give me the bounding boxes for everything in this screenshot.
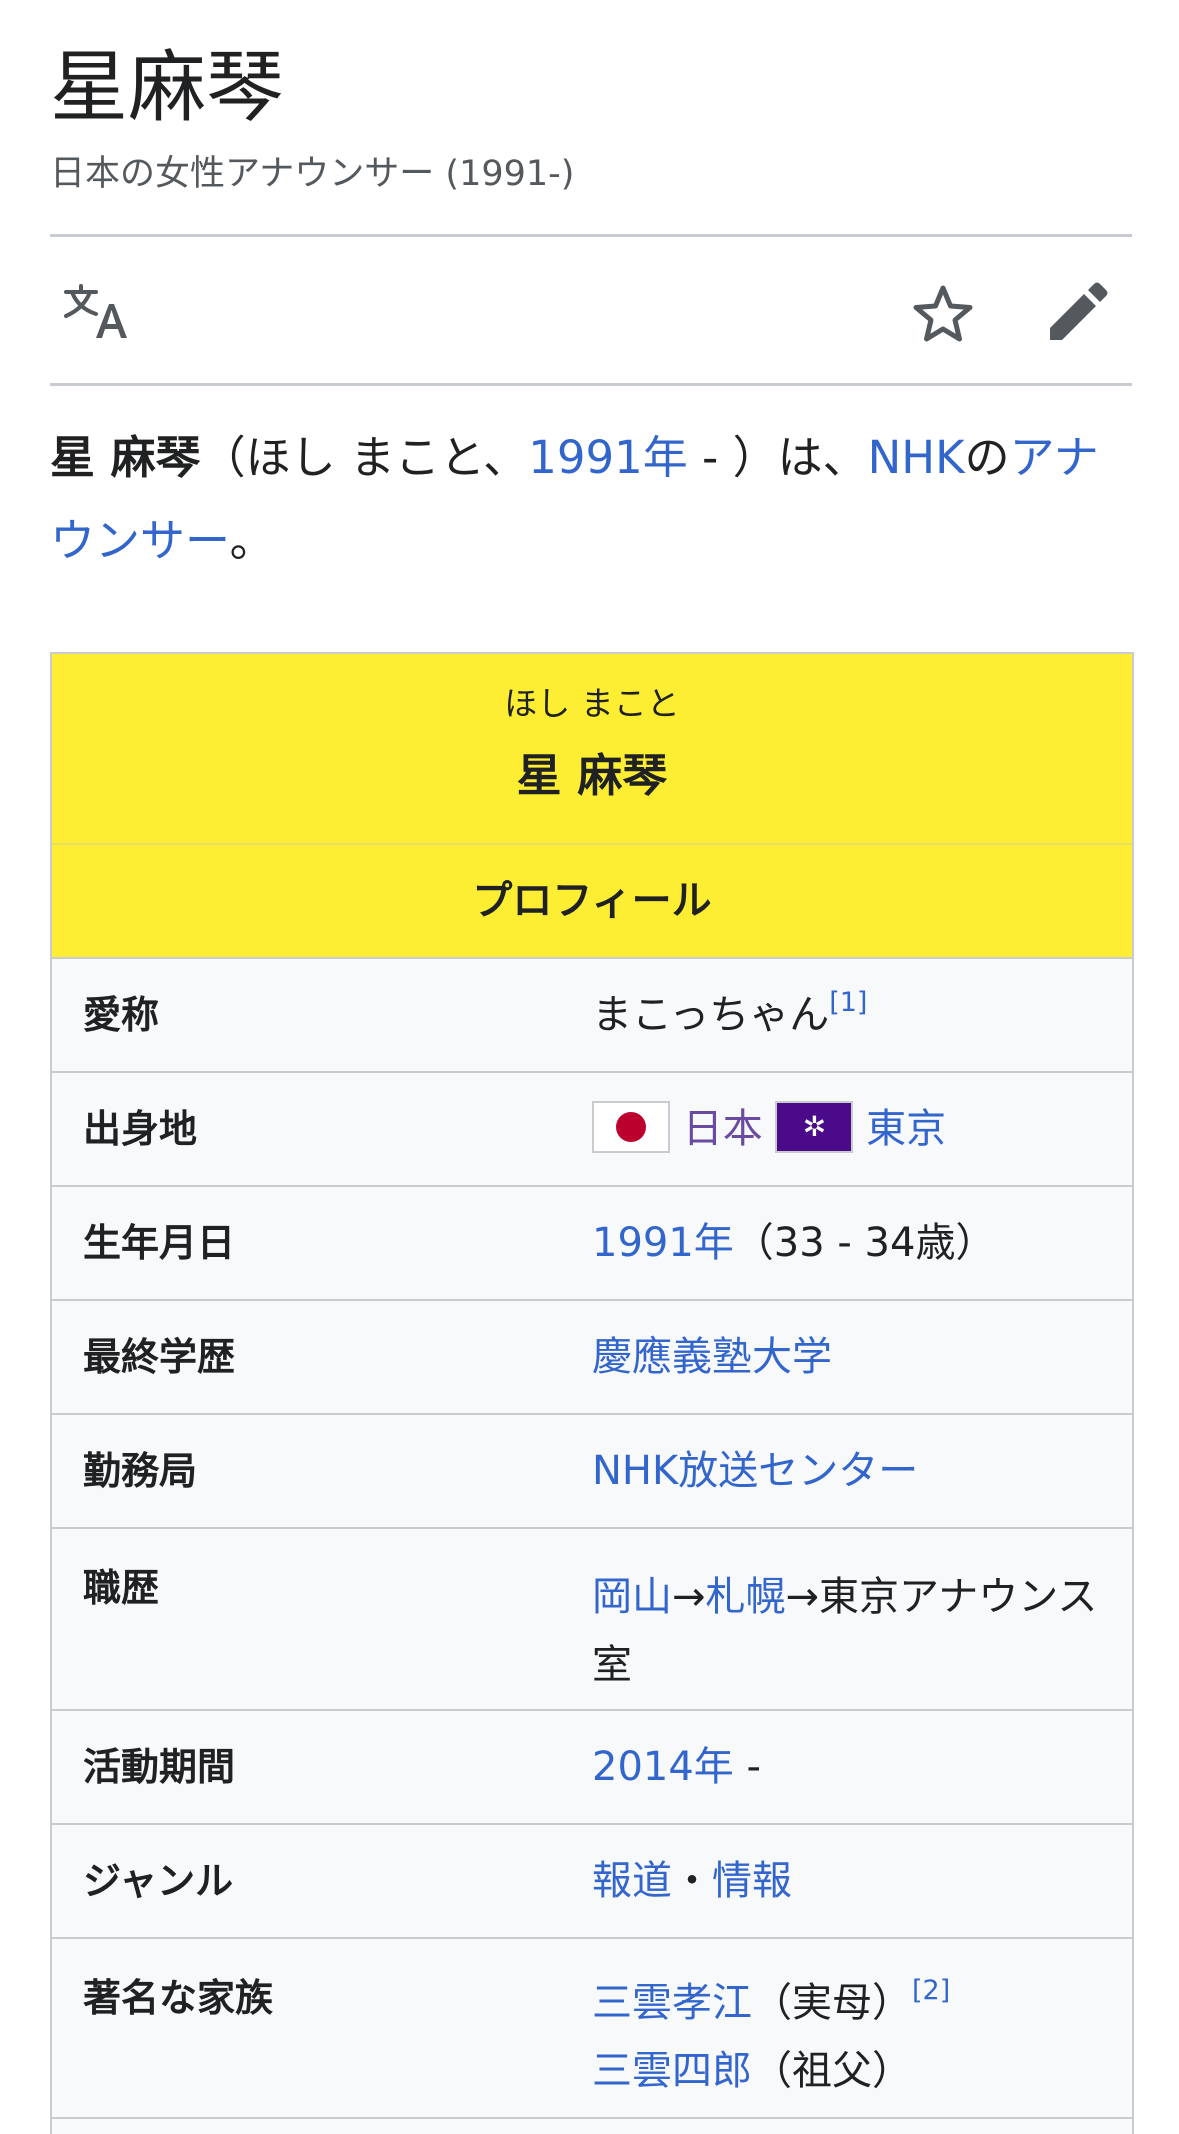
birth-year-link[interactable]: 1991年 [528, 431, 688, 484]
infobox-row-birthdate: 生年月日 1991年（33 - 34歳） [52, 1187, 1132, 1301]
row-label: 生年月日 [83, 1221, 236, 1265]
family-line: 三雲孝江（実母）[2] [592, 1969, 1112, 2037]
page-title: 星麻琴 [50, 43, 285, 133]
row-value: 報道・情報 [592, 1825, 1132, 1937]
info-link[interactable]: 情報 [712, 1858, 792, 1904]
row-value: 三雲孝江（実母）[2] 三雲四郎（祖父） [592, 1939, 1132, 2117]
lead-name: 星 麻琴 [50, 431, 201, 484]
family-line: 三雲四郎（祖父） [592, 2037, 1112, 2105]
workplace-link[interactable]: NHK放送センター [592, 1448, 918, 1494]
infobox-row-education: 最終学歴 慶應義塾大学 [52, 1301, 1132, 1415]
row-label: 最終学歴 [83, 1335, 236, 1379]
nickname-value: まこっちゃん [592, 992, 830, 1038]
dash-text: - [733, 1744, 761, 1790]
row-value: NHK放送センター [592, 1415, 1132, 1527]
row-value: 慶應義塾大学 [592, 1301, 1132, 1413]
relation-text: （実母） [752, 1980, 912, 2026]
nhk-link[interactable]: NHK [868, 431, 965, 484]
birth-year-link[interactable]: 1991年 [592, 1220, 734, 1266]
infobox-row-family: 著名な家族 三雲孝江（実母）[2] 三雲四郎（祖父） [52, 1939, 1132, 2119]
row-label: 勤務局 [83, 1449, 198, 1493]
infobox-name: 星 麻琴 [516, 749, 668, 802]
lead-text: の [964, 431, 1010, 484]
active-year-link[interactable]: 2014年 [592, 1744, 734, 1790]
pencil-icon[interactable] [1046, 282, 1108, 344]
infobox-row-nickname: 愛称 まこっちゃん[1] [52, 959, 1132, 1073]
row-label: 職歴 [83, 1566, 160, 1610]
japan-link[interactable]: 日本 [683, 1106, 763, 1152]
row-value: まこっちゃん[1] [592, 959, 1132, 1071]
separator-text: ・ [672, 1858, 712, 1904]
infobox-row-workplace: 勤務局 NHK放送センター [52, 1415, 1132, 1529]
divider [50, 383, 1132, 386]
okayama-link[interactable]: 岡山 [592, 1574, 672, 1620]
infobox-row-genre: ジャンル 報道・情報 [52, 1825, 1132, 1939]
japan-flag-icon[interactable] [592, 1101, 670, 1153]
reference-link[interactable]: [2] [912, 1975, 950, 2006]
page-subtitle: 日本の女性アナウンサー (1991-) [50, 154, 575, 194]
row-label: 活動期間 [83, 1745, 236, 1789]
tokyo-flag-icon[interactable]: ✲ [775, 1101, 854, 1153]
mother-link[interactable]: 三雲孝江 [592, 1980, 752, 2026]
star-icon[interactable] [912, 284, 974, 344]
arrow-text: → [672, 1574, 706, 1620]
row-value: 1991年（33 - 34歳） [592, 1187, 1132, 1299]
university-link[interactable]: 慶應義塾大学 [592, 1334, 832, 1380]
infobox-header: ほし まこと 星 麻琴 [52, 654, 1132, 845]
lead-reading: （ほし まこと、 [200, 431, 529, 484]
relation-text: （祖父） [752, 2048, 912, 2094]
tokyo-link[interactable]: 東京 [866, 1106, 946, 1152]
infobox-ruby: ほし まこと [504, 684, 680, 723]
news-link[interactable]: 報道 [592, 1858, 672, 1904]
infobox: ほし まこと 星 麻琴 プロフィール 愛称 まこっちゃん[1] 出身地 日本 ✲… [50, 652, 1134, 2134]
row-label: 愛称 [83, 993, 160, 1037]
sapporo-link[interactable]: 札幌 [706, 1574, 786, 1620]
infobox-row-career: 職歴 岡山→札幌→東京アナウンス室 [52, 1529, 1132, 1711]
row-label: 著名な家族 [83, 1976, 274, 2020]
row-label: 出身地 [83, 1107, 198, 1151]
row-value: 日本 ✲ 東京 [592, 1073, 1132, 1185]
infobox-row-active-period: 活動期間 2014年 - [52, 1711, 1132, 1825]
row-value: 岡山→札幌→東京アナウンス室 [592, 1529, 1132, 1709]
divider [50, 234, 1132, 237]
lead-text: 。 [229, 514, 275, 567]
infobox-row-hometown: 出身地 日本 ✲ 東京 [52, 1073, 1132, 1187]
lead-text: - ）は、 [687, 431, 868, 484]
translate-icon[interactable] [62, 282, 132, 342]
age-text: （33 - 34歳） [733, 1220, 996, 1266]
reference-link[interactable]: [1] [829, 987, 867, 1018]
row-value: 2014年 - [592, 1711, 1132, 1823]
lead-paragraph: 星 麻琴（ほし まこと、1991年 - ）は、NHKのアナウンサー。 [50, 416, 1135, 582]
infobox-section-profile: プロフィール [52, 845, 1132, 959]
grandfather-link[interactable]: 三雲四郎 [592, 2048, 752, 2094]
row-label: ジャンル [83, 1859, 234, 1903]
